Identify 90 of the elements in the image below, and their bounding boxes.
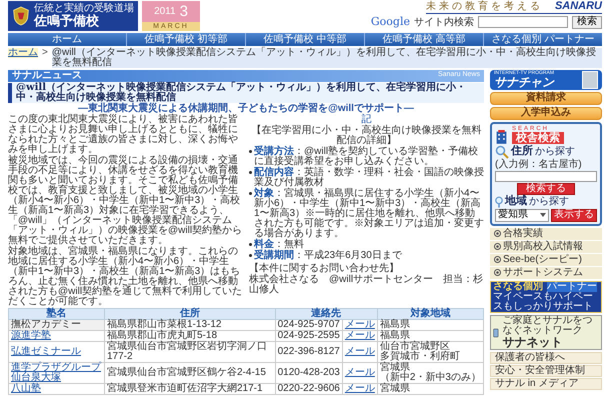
section-title: サナルニュース	[12, 69, 82, 82]
partner-title: さなる個別	[493, 282, 543, 292]
search-submit-button[interactable]: 検索する	[517, 182, 575, 195]
school-name: 佐鳴予備校	[34, 14, 99, 28]
subtitle: ―東北関東大震災による休講期間、子どもたちの学習を@willでサポート―	[77, 104, 415, 114]
address-suffix: から探す	[535, 146, 575, 157]
sidebar-link[interactable]: 合格実績	[490, 228, 602, 240]
table-cell: 福島県郡山市菜根1-13-12	[104, 319, 276, 330]
sidebar-menu-item[interactable]: サナル in メディア	[490, 378, 602, 390]
school-name-cell[interactable]: 源進学塾	[8, 330, 104, 341]
area-text: （新中2・新中3のみ）	[380, 372, 481, 382]
mail-link[interactable]: メール	[342, 341, 378, 362]
school-name-cell: 撫松アカデミー	[8, 319, 104, 330]
panel-title: 校舎検索	[512, 132, 564, 144]
headline: @will（インターネット映像授業配信システム「アット・ウィル」）を利用して、在宅学習用に小・中・高校生向け映像授業を無料配信	[8, 82, 484, 102]
sidebar-menu-item[interactable]: 安心・安全管理体制	[490, 365, 602, 378]
detail-item: 対象：宮城県・福島県に居住する小学生（新小4〜新小6）・中学生（新中1〜新中3）・高校生（新高1〜新高3）※一時的に居住地を離れ、他県へ移動された方も可能です。※対象エリアは追加・変更する場合があります。	[254, 188, 484, 238]
contact-title: 【本件に関するお問い合わせ先】	[249, 264, 400, 274]
table-cell: 福島県郡山市虎丸町5-18	[104, 330, 276, 341]
area-text: 福島県	[380, 330, 411, 340]
table-cell: 022-396-8127	[275, 341, 342, 362]
nav-link[interactable]: ホーム	[8, 32, 127, 46]
details-title: 【在宅学習用に小・中・高校生向け映像授業を無料配信の詳細】	[250, 126, 482, 146]
net-banner[interactable]: ご家庭とサナルをつなぐネットワーク サナネット	[490, 315, 602, 350]
table-cell: 0220-22-9606	[275, 383, 342, 394]
column-header: 対象地域	[377, 308, 484, 319]
sidebar-link[interactable]: 県別高校入試情報	[490, 240, 602, 253]
sidebar-action-button[interactable]: 資料請求	[490, 92, 602, 105]
detail-item: 受講方法：@will塾を契約している学習塾・予備校に直接受講希望をお申し込みください。	[254, 146, 480, 166]
area-text: 福島県	[380, 320, 411, 330]
table-cell: 宮城県仙台市宮城野区岩切字洞ノ口177-2	[104, 341, 276, 362]
school-name-cell[interactable]: 弘進ゼミナール	[8, 341, 104, 362]
net-title: サナネット	[502, 336, 564, 350]
search-label: サイト内検索	[414, 16, 474, 30]
notice-mark: 記	[360, 114, 372, 124]
show-button[interactable]: 表示する	[551, 208, 597, 222]
mail-link[interactable]: メール	[342, 383, 378, 394]
net-caption: ご家庭とサナルをつなぐネットワーク	[502, 316, 594, 336]
partner-tagline: マイペースもハイペースもしっかりサポート	[493, 292, 594, 312]
table-cell: 宮城県仙台市宮城野区鶴ケ谷2-4-15	[104, 362, 276, 383]
sidebar-action-button[interactable]: 入学申込み	[490, 106, 602, 120]
year-text: 2011	[154, 4, 176, 19]
column-header: 住所	[104, 308, 276, 319]
detail-item: 料金：無料	[254, 240, 304, 250]
contact-text: 株式会社さなる @willサポートセンター 担当：杉山修人	[249, 274, 484, 294]
body-paragraph: 対象地域は、宮城県・福島県になります。これらの地域に居住する小学生（新小4〜新小6）・中学生（新中1〜新中3）・高校生（新高1〜新高3）はもちろん、止む無く住み慣れた土地を離れ、他県へ移動された方も@will契約塾を通じて無料で利用していただくことが可能です。	[8, 246, 243, 306]
breadcrumb-home-link[interactable]: ホーム	[8, 48, 38, 58]
school-name-cell[interactable]: 進学プラザグループ仙台泉大塚	[8, 362, 104, 383]
sidebar-link[interactable]: See-be(シーピー)	[490, 254, 602, 266]
nav-link[interactable]: 佐鳴予備校 初等部	[127, 32, 246, 46]
banner-title: サナチャン	[494, 76, 554, 89]
search-button[interactable]: 検索	[572, 16, 602, 29]
month-number: 3	[180, 4, 188, 19]
mail-link[interactable]: メール	[342, 319, 378, 330]
area-text: 多賀城市・利府町	[380, 352, 461, 362]
table-cell: 024-925-2595	[275, 330, 342, 341]
nav-link[interactable]: 佐鳴予備校 中等部	[246, 32, 365, 46]
area-select[interactable]: 愛知県	[495, 208, 549, 222]
table-cell: 0120-428-203	[275, 362, 342, 383]
detail-item: 受講期間：平成23年6月30日まで	[254, 250, 402, 260]
sidebar-link[interactable]: サポートシステム	[490, 266, 602, 279]
google-logo: Google	[370, 14, 410, 30]
area-label: 地域	[505, 196, 527, 208]
address-label: 住所	[511, 146, 533, 158]
area-text: 宮城県	[380, 362, 410, 372]
brand-logo: SANARU	[554, 1, 602, 12]
school-name-cell[interactable]: 八山塾	[8, 383, 104, 394]
area-text: 宮城県	[380, 384, 411, 394]
slogan: 未来の教育を考える	[426, 2, 543, 12]
breadcrumb-separator: >	[42, 48, 48, 58]
address-hint: (入力例：名古屋市)	[495, 160, 583, 170]
nav-link[interactable]: 佐鳴予備校 高等部	[365, 32, 484, 46]
logo-tagline: 伝統と実績の受験道場	[34, 4, 134, 14]
table-cell: 宮城県登米市迫町佐沼字大網217-1	[104, 383, 276, 394]
mail-link[interactable]: メール	[342, 330, 378, 341]
nav-link[interactable]: さなる個別 パートナー	[484, 32, 602, 46]
area-suffix: から探す	[529, 196, 569, 207]
breadcrumb-current: @will（インターネット映像授業配信システム「アット・ウィル」）を利用して、在宅学習用に小・中・高校生向け映像授業を無料配信	[52, 48, 602, 68]
table-cell: 024-925-9707	[275, 319, 342, 330]
partner-subtitle: パートナー	[547, 282, 597, 292]
logo-banner[interactable]: 伝統と実績の受験道場 佐鳴予備校	[8, 1, 138, 30]
partner-banner[interactable]: さなる個別 パートナー マイペースもハイペースもしっかりサポート	[490, 280, 602, 314]
body-paragraph: この度の東北関東大震災により、被害にあわれた皆さまに心よりお見舞い申し上げるとともに、犠牲になられた方々とご遺族の皆さまに対し、深くお悔やみを申し上げます。	[8, 114, 239, 154]
column-header: 連絡先	[275, 308, 378, 319]
area-text: 仙台市宮城野区	[380, 342, 450, 352]
detail-item: 配信内容：英語・数学・理科・社会・国語の映像授業及び付属教材	[254, 168, 484, 188]
sidebar-menu-item[interactable]: 保護者の皆様へ	[490, 352, 602, 364]
mail-link[interactable]: メール	[342, 362, 378, 383]
column-header: 塾名	[8, 308, 104, 319]
body-paragraph: 被災地域では、今回の震災による設備の損壊・交通手段の不足等により、休講をせざるを得ない教育機関も多いと聞いております。そこで私ども佐鳴予備校では、教育支援と致しまして、被災地域の小学生（新小4〜新小6）・中学生（新中1〜新中3）・高校生（新高1〜新高3）対象に在宅学習できるよう、「@will」（インターネット映像授業配信システム「アット・ウィル」）の映像授業を@will契約塾から無料でご提供させていただきます。	[8, 156, 243, 246]
